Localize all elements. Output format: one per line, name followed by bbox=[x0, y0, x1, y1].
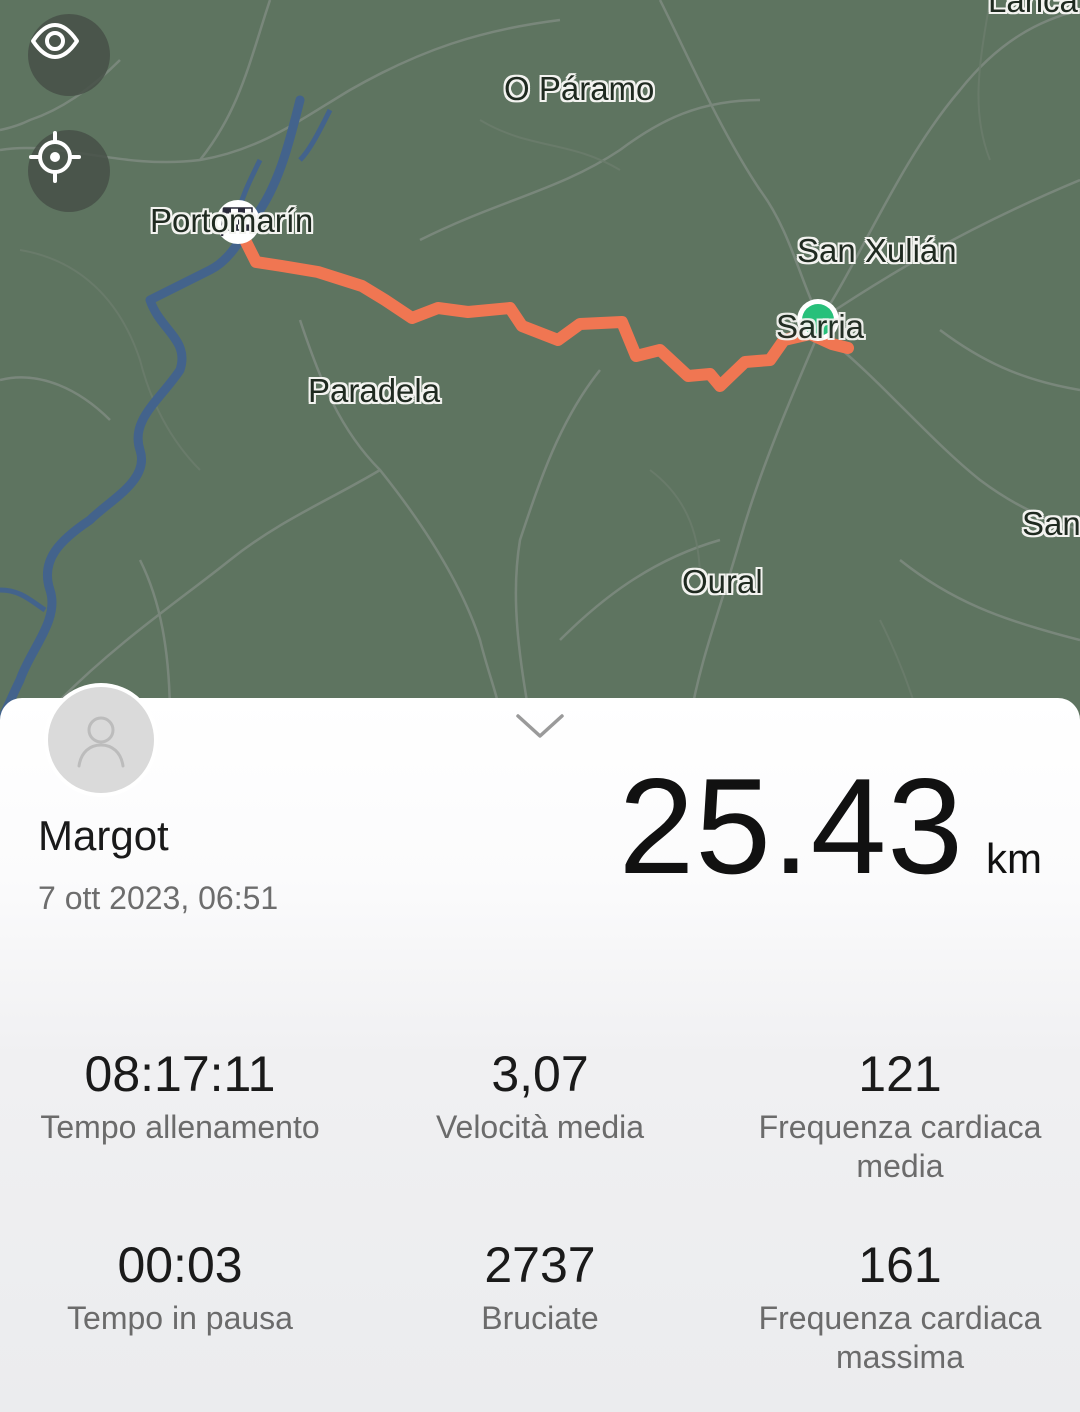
stat-label: Bruciate bbox=[481, 1300, 599, 1336]
map-label-paradela: Paradela bbox=[308, 372, 441, 409]
stat-average-heart-rate: 121 Frequenza cardiaca media bbox=[720, 1044, 1080, 1186]
route-map[interactable]: O Páramo Portomarín San Xulián Sarria Pa… bbox=[0, 0, 1080, 720]
stat-value: 00:03 bbox=[117, 1237, 243, 1293]
stat-value: 161 bbox=[858, 1237, 942, 1293]
collapse-sheet-button[interactable] bbox=[514, 710, 566, 747]
distance-value: 25.43 bbox=[618, 750, 964, 902]
stat-average-speed: 3,07 Velocità media bbox=[360, 1044, 720, 1147]
map-label-san-xulian: San Xulián bbox=[797, 232, 957, 269]
stat-label: Tempo allenamento bbox=[40, 1109, 320, 1145]
stat-label: Velocità media bbox=[435, 1109, 645, 1145]
stat-calories-burned: 2737 Bruciate bbox=[360, 1235, 720, 1338]
workout-date: 7 ott 2023, 06:51 bbox=[38, 880, 279, 916]
stat-label: Tempo in pausa bbox=[67, 1300, 293, 1336]
total-distance: 25.43 km bbox=[619, 748, 1042, 904]
stat-value: 3,07 bbox=[491, 1046, 589, 1102]
distance-unit: km bbox=[986, 835, 1042, 882]
chevron-down-icon bbox=[516, 714, 564, 738]
stat-max-heart-rate: 161 Frequenza cardiaca massima bbox=[720, 1235, 1080, 1377]
stat-workout-time: 08:17:11 Tempo allenamento bbox=[0, 1044, 360, 1147]
stat-value: 2737 bbox=[484, 1237, 596, 1293]
stat-pause-time: 00:03 Tempo in pausa bbox=[0, 1235, 360, 1338]
stat-label: Frequenza cardiaca massima bbox=[758, 1300, 1042, 1375]
map-label-sarria: Sarria bbox=[776, 308, 865, 345]
locate-button[interactable] bbox=[28, 130, 110, 212]
stat-value: 08:17:11 bbox=[84, 1046, 276, 1102]
map-label-oural: Oural bbox=[682, 563, 763, 600]
crosshair-icon bbox=[29, 131, 81, 183]
map-label-san: San bbox=[1022, 505, 1080, 542]
map-label-o-paramo: O Páramo bbox=[504, 70, 655, 107]
map-label-lanca: Lanca bbox=[988, 0, 1078, 19]
avatar[interactable] bbox=[48, 687, 154, 793]
stat-value: 121 bbox=[858, 1046, 942, 1102]
stat-label: Frequenza cardiaca media bbox=[758, 1109, 1042, 1184]
eye-icon bbox=[31, 23, 79, 59]
user-name: Margot bbox=[38, 812, 169, 859]
map-label-portomarin: Portomarín bbox=[150, 202, 314, 239]
map-canvas bbox=[0, 0, 1080, 720]
toggle-visibility-button[interactable] bbox=[28, 14, 110, 96]
route-line bbox=[232, 220, 854, 392]
person-icon bbox=[77, 716, 125, 768]
